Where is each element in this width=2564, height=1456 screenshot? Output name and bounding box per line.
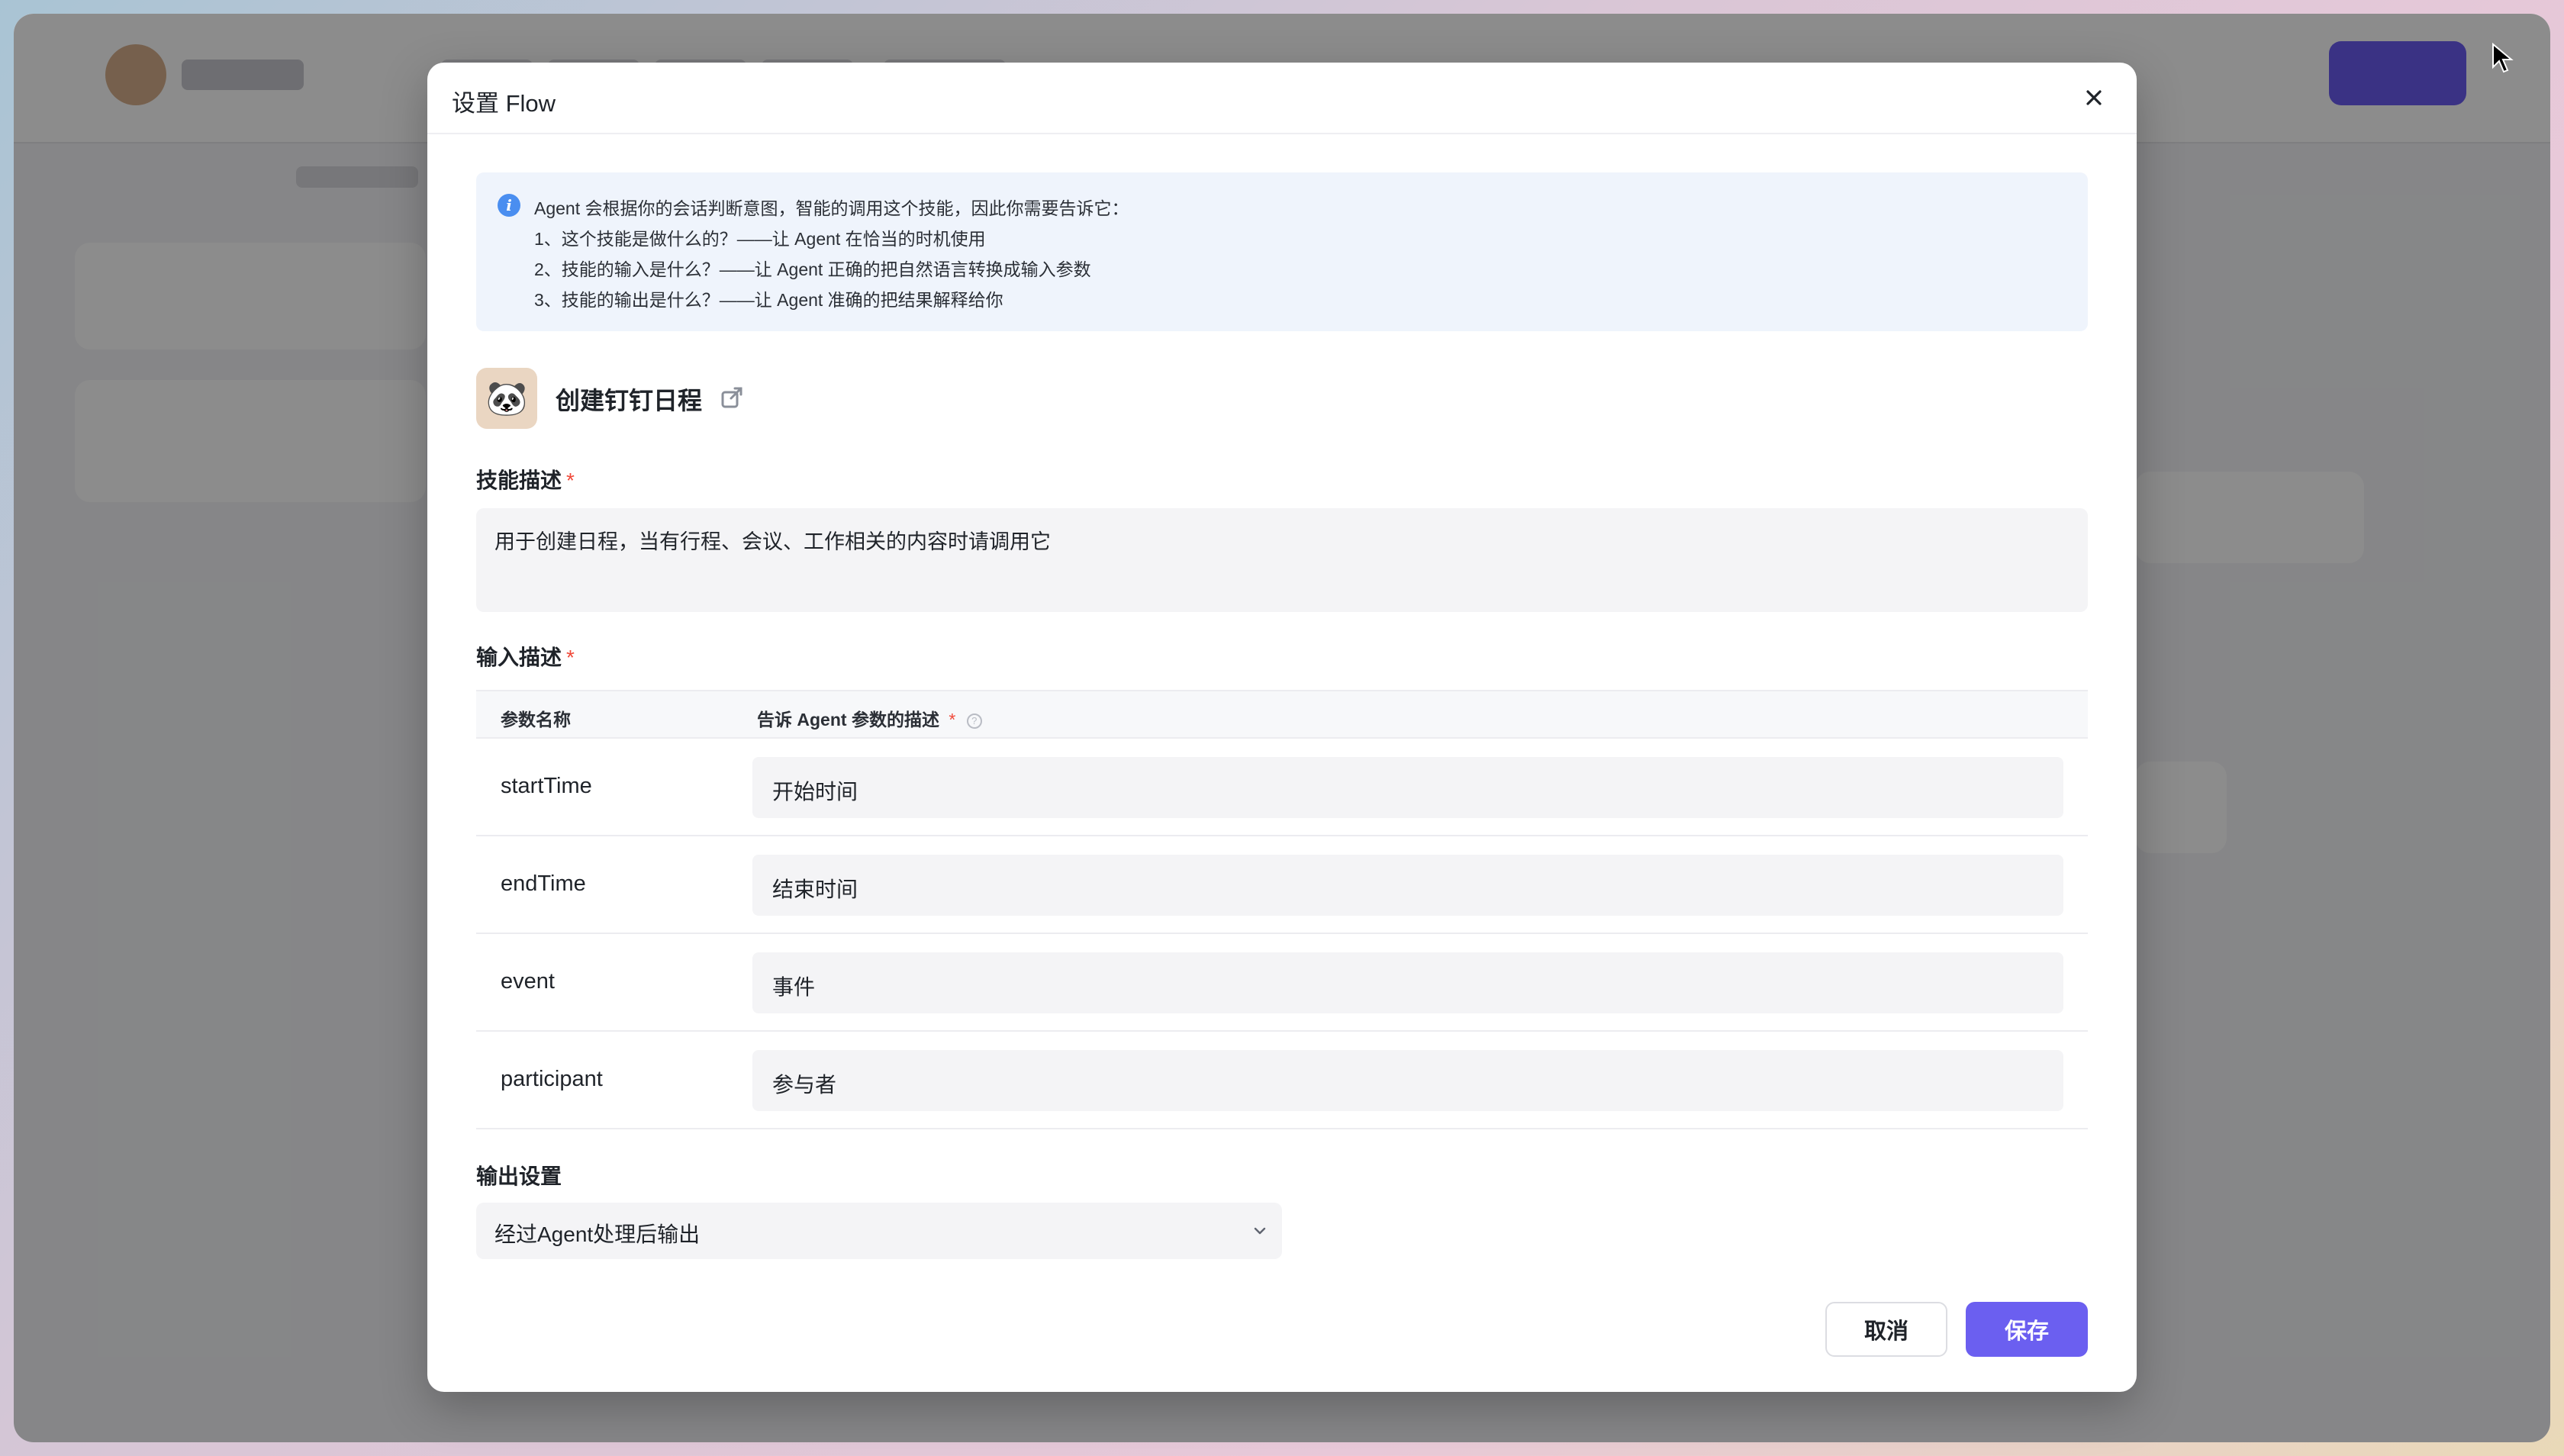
input-description-label-text: 输入描述: [476, 646, 562, 669]
input-description-label: 输入描述 *: [476, 641, 575, 672]
column-header-desc-text: 告诉 Agent 参数的描述: [757, 710, 939, 730]
close-icon: [2086, 90, 2102, 105]
info-icon: i: [498, 194, 520, 217]
required-mark: *: [566, 646, 575, 669]
params-table-header: 参数名称 告诉 Agent 参数的描述 * ?: [476, 690, 2088, 739]
skill-description-textarea[interactable]: 用于创建日程，当有行程、会议、工作相关的内容时请调用它: [476, 508, 2088, 612]
info-line: 1、这个技能是做什么的？——让 Agent 在恰当的时机使用: [534, 229, 986, 249]
param-desc-value: 开始时间: [772, 780, 858, 804]
save-button[interactable]: 保存: [1966, 1302, 2088, 1357]
panda-icon: 🐼: [485, 380, 528, 417]
param-name: event: [501, 969, 555, 994]
info-line: 2、技能的输入是什么？——让 Agent 正确的把自然语言转换成输入参数: [534, 259, 1091, 279]
table-row: participant 参与者: [476, 1032, 2088, 1129]
param-desc-value: 结束时间: [772, 878, 858, 901]
required-mark: *: [566, 469, 575, 492]
param-desc-value: 参与者: [772, 1073, 837, 1097]
help-icon[interactable]: ?: [966, 713, 982, 729]
skill-avatar: 🐼: [476, 368, 537, 429]
skill-description-label-text: 技能描述: [476, 469, 562, 492]
chevron-down-icon: [1254, 1227, 1266, 1235]
param-desc-value: 事件: [772, 975, 816, 999]
param-desc-input[interactable]: 参与者: [752, 1050, 2063, 1111]
mouse-cursor-icon: [2492, 43, 2514, 73]
required-mark: *: [949, 710, 956, 730]
skill-description-label: 技能描述 *: [476, 464, 575, 494]
info-line: Agent 会根据你的会话判断意图，智能的调用这个技能，因此你需要告诉它：: [534, 198, 1129, 218]
output-settings-label: 输出设置: [476, 1164, 562, 1188]
info-line: 3、技能的输出是什么？——让 Agent 准确的把结果解释给你: [534, 290, 1003, 310]
output-mode-value: 经过Agent处理后输出: [494, 1222, 701, 1246]
param-name: startTime: [501, 774, 592, 798]
settings-dialog: 设置 Flow i Agent 会根据你的会话判断意图，智能的调用这个技能，因此…: [427, 63, 2137, 1392]
close-button[interactable]: [2077, 81, 2111, 114]
skill-name: 创建钉钉日程: [556, 387, 703, 414]
param-desc-input[interactable]: 结束时间: [752, 855, 2063, 916]
dialog-header: 设置 Flow: [427, 63, 2137, 134]
table-row: event 事件: [476, 934, 2088, 1032]
dialog-title: 设置 Flow: [452, 90, 556, 117]
param-name: participant: [501, 1067, 603, 1091]
output-mode-select[interactable]: 经过Agent处理后输出: [476, 1203, 1282, 1259]
table-row: startTime 开始时间: [476, 739, 2088, 836]
column-header-desc: 告诉 Agent 参数的描述 * ?: [757, 705, 982, 731]
column-header-name: 参数名称: [501, 710, 571, 730]
param-name: endTime: [501, 871, 586, 896]
param-desc-input[interactable]: 事件: [752, 952, 2063, 1013]
table-row: endTime 结束时间: [476, 836, 2088, 934]
param-desc-input[interactable]: 开始时间: [752, 757, 2063, 818]
skill-description-value: 用于创建日程，当有行程、会议、工作相关的内容时请调用它: [494, 530, 1051, 553]
cancel-button[interactable]: 取消: [1825, 1302, 1947, 1357]
external-link-icon[interactable]: [720, 386, 743, 409]
